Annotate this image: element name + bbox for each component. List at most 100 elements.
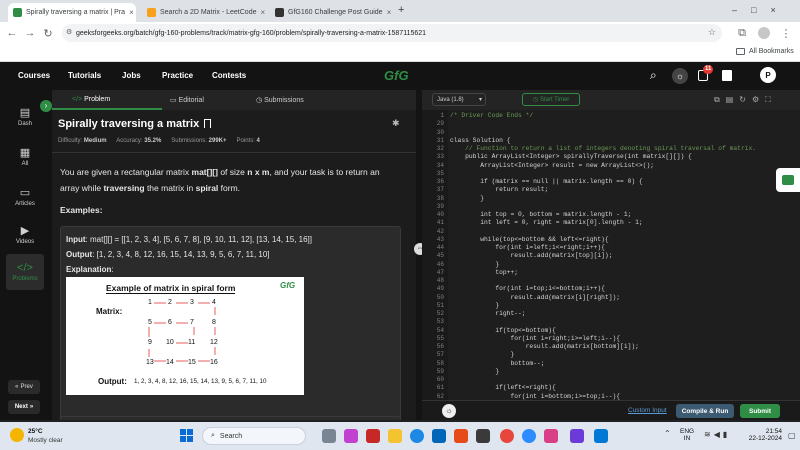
app-icon[interactable] bbox=[544, 429, 558, 443]
statement-bold: mat[][] bbox=[191, 167, 218, 177]
weather-icon[interactable] bbox=[10, 428, 24, 442]
chrome-icon[interactable] bbox=[500, 429, 514, 443]
extensions-icon[interactable]: ⧉ bbox=[734, 25, 750, 41]
taskbar-search[interactable]: ⌕ Search bbox=[202, 427, 306, 445]
code-area[interactable]: /* Driver Code Ends */ class Solution { /… bbox=[422, 110, 800, 400]
matrix-cell: 12 bbox=[210, 339, 218, 346]
dashboard-icon: ▤ bbox=[19, 106, 31, 119]
clock[interactable]: 21:54 22-12-2024 bbox=[748, 428, 782, 442]
close-icon[interactable]: × bbox=[387, 8, 392, 17]
matrix-cell: 9 bbox=[148, 339, 152, 346]
code-icon: </> bbox=[72, 96, 83, 103]
url-text: geeksforgeeks.org/batch/gfg-160-problems… bbox=[76, 29, 427, 37]
office-icon[interactable] bbox=[454, 429, 468, 443]
nav-courses[interactable]: Courses bbox=[18, 71, 50, 80]
copilot-icon[interactable] bbox=[344, 429, 358, 443]
tab-label: Editorial bbox=[178, 97, 204, 104]
site-info-icon[interactable]: ⚙ bbox=[66, 28, 72, 36]
tab-submissions[interactable]: ◷ Submissions bbox=[256, 96, 304, 104]
vscode-icon[interactable] bbox=[594, 429, 608, 443]
browser-tab-problem[interactable]: Spirally traversing a matrix | Pra × bbox=[8, 3, 136, 22]
new-tab-button[interactable]: + bbox=[398, 4, 404, 16]
profile-icon[interactable] bbox=[758, 27, 770, 39]
close-icon[interactable]: × bbox=[129, 8, 134, 17]
profile-card-icon[interactable] bbox=[722, 70, 732, 81]
avatar[interactable]: P bbox=[760, 67, 776, 83]
store-icon[interactable] bbox=[432, 429, 446, 443]
notion-favicon-icon bbox=[275, 8, 284, 17]
mcafee-icon[interactable] bbox=[366, 429, 380, 443]
rail-label: Problems bbox=[12, 276, 38, 282]
nav-practice[interactable]: Practice bbox=[162, 71, 193, 80]
rail-item-videos[interactable]: ▶ Videos bbox=[6, 216, 44, 252]
notification-icon[interactable]: ▢ bbox=[788, 431, 796, 440]
gfg-logo: GfG bbox=[280, 281, 296, 290]
matrix-cell: 3 bbox=[190, 299, 194, 306]
editor-actions[interactable]: ⧉▤↻⚙⛶ bbox=[714, 95, 777, 105]
bookmark-icon[interactable] bbox=[204, 119, 212, 128]
browser-tab-leetcode[interactable]: Search a 2D Matrix - LeetCode × bbox=[142, 3, 266, 22]
rail-item-dash[interactable]: ▤ Dash bbox=[6, 98, 44, 134]
app-icon[interactable] bbox=[476, 429, 490, 443]
all-bookmarks[interactable]: All Bookmarks bbox=[736, 48, 794, 55]
report-bug-icon[interactable]: ✱ bbox=[392, 118, 400, 129]
rail-label: Videos bbox=[15, 238, 35, 245]
zoom-icon[interactable] bbox=[522, 429, 536, 443]
language-indicator[interactable]: ENG IN bbox=[680, 428, 694, 442]
reload-icon[interactable]: ↻ bbox=[40, 25, 56, 41]
tab-problem[interactable]: </> Problem bbox=[72, 96, 110, 103]
back-icon[interactable]: ← bbox=[4, 25, 20, 41]
browser-tab-guide[interactable]: GfG160 Challenge Post Guide × bbox=[270, 3, 394, 22]
matrix-cell: 11 bbox=[188, 339, 196, 346]
window-controls[interactable]: –□× bbox=[732, 5, 790, 15]
file-explorer-icon[interactable] bbox=[388, 429, 402, 443]
nav-contests[interactable]: Contests bbox=[212, 71, 246, 80]
windows-start-icon[interactable] bbox=[180, 429, 193, 442]
gfg-logo[interactable]: GfG bbox=[384, 68, 409, 83]
code-line: ArrayList<Integer> result = new ArrayLis… bbox=[450, 161, 655, 169]
rail-item-all[interactable]: ▦ All bbox=[6, 138, 44, 174]
tray-icons[interactable]: ≋◀▮ bbox=[704, 430, 730, 439]
matrix-cell: 5 bbox=[148, 319, 152, 326]
submit-button[interactable]: Submit bbox=[740, 404, 780, 418]
examples-heading: Examples: bbox=[60, 205, 103, 215]
theme-icon[interactable]: ☼ bbox=[442, 404, 456, 418]
rail-item-problems[interactable]: </> Problems bbox=[6, 254, 44, 290]
forward-icon[interactable]: → bbox=[22, 25, 38, 41]
problem-title-row: Spirally traversing a matrix bbox=[58, 118, 212, 130]
search-icon: ⌕ bbox=[211, 432, 215, 439]
edge-icon[interactable] bbox=[410, 429, 424, 443]
rail-item-articles[interactable]: ▭ Articles bbox=[6, 178, 44, 214]
search-icon[interactable]: ⌕ bbox=[650, 68, 657, 83]
compile-run-button[interactable]: Compile & Run bbox=[676, 404, 734, 418]
code-line: right--; bbox=[450, 310, 526, 317]
theme-toggle-icon[interactable]: ☼ bbox=[672, 68, 688, 84]
lang-secondary: IN bbox=[683, 435, 691, 442]
meta-label: Difficulty: bbox=[58, 138, 83, 144]
close-icon[interactable]: × bbox=[261, 8, 266, 17]
nav-tutorials[interactable]: Tutorials bbox=[68, 71, 101, 80]
problem-meta: Difficulty: Medium Accuracy: 35.2% Submi… bbox=[58, 138, 260, 144]
custom-input-link[interactable]: Custom Input bbox=[628, 407, 667, 414]
chat-widget[interactable] bbox=[776, 168, 800, 192]
code-editor-pane: Java (1.8) ▾ ◷ Start Timer ⧉▤↻⚙⛶ 1 29 30 31 3… bbox=[422, 90, 800, 420]
intellij-icon[interactable] bbox=[570, 429, 584, 443]
accuracy-value: 35.2% bbox=[144, 138, 162, 144]
all-icon: ▦ bbox=[19, 146, 31, 159]
language-select[interactable]: Java (1.8) ▾ bbox=[432, 93, 486, 106]
code-line: // Function to return a list of integers… bbox=[450, 145, 757, 152]
tab-editorial[interactable]: ▭ Editorial bbox=[170, 96, 204, 104]
start-timer-button[interactable]: ◷ Start Timer bbox=[522, 93, 580, 106]
matrix-grid: 1 2 3 4 5 6 7 8 9 10 11 12 13 14 15 16 bbox=[146, 299, 228, 369]
prev-button[interactable]: «Prev bbox=[8, 380, 40, 394]
next-button[interactable]: Next» bbox=[8, 400, 40, 414]
task-view-icon[interactable] bbox=[322, 429, 336, 443]
nav-jobs[interactable]: Jobs bbox=[122, 71, 141, 80]
chat-icon bbox=[782, 175, 794, 185]
divider bbox=[52, 152, 416, 153]
star-icon[interactable]: ☆ bbox=[708, 27, 716, 38]
tray-chevron-icon[interactable]: ⌃ bbox=[664, 429, 671, 438]
address-bar[interactable]: ⚙ geeksforgeeks.org/batch/gfg-160-proble… bbox=[62, 24, 722, 42]
matrix-cell: 6 bbox=[168, 319, 172, 326]
menu-icon[interactable]: ⋮ bbox=[778, 25, 794, 41]
